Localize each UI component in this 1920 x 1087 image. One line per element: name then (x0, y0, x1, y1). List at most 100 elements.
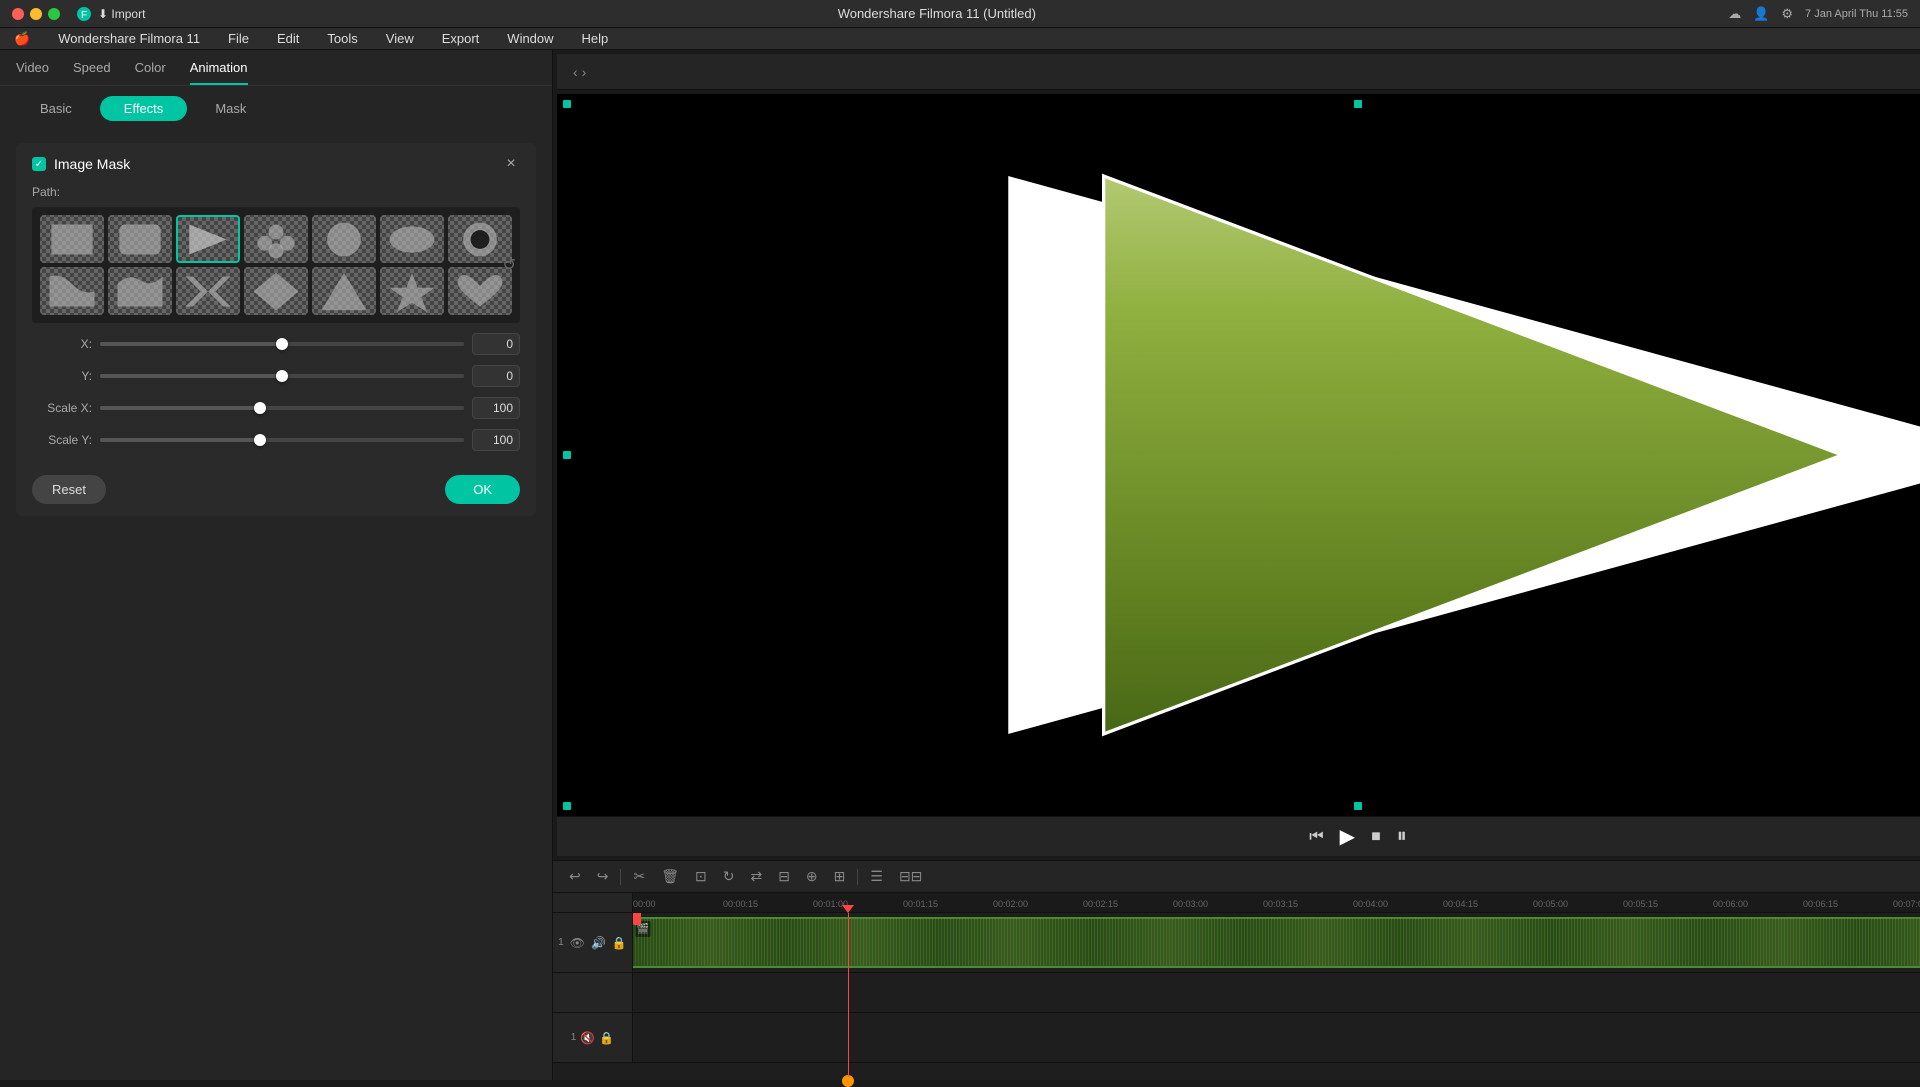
slider-scaley-thumb[interactable] (254, 434, 266, 446)
mask-thumb-wave2[interactable] (108, 267, 172, 315)
account-icon[interactable]: 👤 (1753, 6, 1769, 22)
playhead[interactable] (848, 913, 849, 1077)
menu-tools[interactable]: Tools (321, 31, 363, 46)
mask-header: ✓ Image Mask × (32, 155, 520, 173)
slider-y-value[interactable] (472, 365, 520, 387)
settings-icon[interactable]: ⚙ (1781, 6, 1793, 22)
refresh-icon[interactable]: ↺ (503, 255, 516, 275)
redo-button[interactable]: ↪ (593, 866, 613, 887)
pause-button[interactable]: ⏸ (1397, 825, 1407, 848)
import-button[interactable]: ⬇ Import (98, 7, 145, 21)
mask-thumb-clover[interactable] (244, 215, 308, 263)
mask-thumb-ellipse[interactable] (380, 215, 444, 263)
menubar: 🍎 Wondershare Filmora 11 File Edit Tools… (0, 28, 1920, 50)
video-track-content: 🎬 (633, 913, 1920, 972)
window-title: Wondershare Filmora 11 (Untitled) (145, 6, 1728, 21)
playback-controls: ‹ › 00:00:01:14 Full 50% ⊞ 📷 (557, 54, 1920, 90)
slider-scalex-value[interactable] (472, 397, 520, 419)
menu-export[interactable]: Export (436, 31, 486, 46)
ok-button[interactable]: OK (445, 475, 520, 504)
menu-view[interactable]: View (380, 31, 420, 46)
handle-top-center[interactable] (1354, 100, 1362, 108)
video-clip-1[interactable]: 🎬 (633, 917, 1920, 968)
track-eye-button[interactable]: 👁 (570, 936, 585, 950)
track-audio-button[interactable]: 🔊 (591, 936, 606, 950)
mask-thumb-diamond[interactable] (244, 267, 308, 315)
track-lock-button[interactable]: 🔒 (612, 936, 627, 950)
mask-thumb-triangle[interactable] (312, 267, 376, 315)
slider-scaley-value[interactable] (472, 429, 520, 451)
audio-lock-button[interactable]: 🔒 (599, 1031, 614, 1045)
mask-thumb-wave1[interactable] (40, 267, 104, 315)
cut-button[interactable]: ✂ (629, 866, 649, 887)
menu-app[interactable]: Wondershare Filmora 11 (52, 31, 206, 46)
nav-prev-button[interactable]: ‹ (573, 64, 578, 80)
mask-thumb-circle[interactable] (312, 215, 376, 263)
sub-tab-mask[interactable]: Mask (191, 96, 270, 121)
ruler-15: 00:00:15 (723, 899, 813, 909)
stop-button[interactable]: ■ (1371, 828, 1381, 846)
handle-bottom-center[interactable] (1354, 802, 1362, 810)
mask-thumb-soft-rect[interactable] (108, 215, 172, 263)
close-mask-button[interactable]: × (502, 155, 520, 173)
slider-x-thumb[interactable] (276, 338, 288, 350)
sub-tab-effects[interactable]: Effects (100, 96, 188, 121)
slider-scalex-label: Scale X: (32, 401, 92, 415)
split-button[interactable]: ⊞ (830, 866, 850, 887)
slider-x-value[interactable] (472, 333, 520, 355)
cloud-icon[interactable]: ☁ (1728, 6, 1741, 22)
multitrack-button[interactable]: ⊟⊟ (895, 866, 926, 887)
slider-y-thumb[interactable] (276, 370, 288, 382)
maximize-window-button[interactable] (48, 8, 60, 20)
reset-button[interactable]: Reset (32, 475, 106, 504)
left-panel: Video Speed Color Animation Basic Effect… (0, 50, 553, 1080)
flip-button[interactable]: ⇄ (746, 866, 766, 887)
ruler-600: 00:06:00 (1713, 899, 1803, 909)
slider-scalex-thumb[interactable] (254, 402, 266, 414)
crop-button[interactable]: ⊡ (691, 866, 711, 887)
select-button[interactable]: ⊕ (802, 866, 822, 887)
audio-track-row: 1 🔇 🔒 (553, 1013, 1920, 1063)
ruler-215: 00:02:15 (1083, 899, 1173, 909)
nav-next-button[interactable]: › (582, 64, 587, 80)
mask-thumb-star[interactable] (380, 267, 444, 315)
mask-thumb-rectangle[interactable] (40, 215, 104, 263)
minimize-window-button[interactable] (30, 8, 42, 20)
image-mask-checkbox[interactable]: ✓ (32, 157, 46, 171)
delete-button[interactable]: 🗑 (657, 866, 683, 887)
tab-color[interactable]: Color (135, 60, 166, 85)
handle-top-left[interactable] (563, 100, 571, 108)
play-button[interactable]: ▶ (1340, 824, 1355, 849)
ruler-315: 00:03:15 (1263, 899, 1353, 909)
tab-speed[interactable]: Speed (73, 60, 111, 85)
trim-button[interactable]: ⊟ (774, 866, 794, 887)
ruler-115: 00:01:15 (903, 899, 993, 909)
tab-animation[interactable]: Animation (190, 60, 248, 85)
close-window-button[interactable] (12, 8, 24, 20)
titlebar: F ⬇ Import Wondershare Filmora 11 (Untit… (0, 0, 1920, 28)
tab-video[interactable]: Video (16, 60, 49, 85)
menu-window[interactable]: Window (501, 31, 559, 46)
menu-apple[interactable]: 🍎 (8, 31, 36, 47)
menu-help[interactable]: Help (576, 31, 615, 46)
menu-file[interactable]: File (222, 31, 255, 46)
audio-mute-button[interactable]: 🔇 (580, 1031, 595, 1045)
rotate-button[interactable]: ↻ (719, 866, 739, 887)
svg-text:F: F (81, 10, 87, 21)
slider-scaley-track[interactable] (100, 438, 464, 442)
mask-thumb-arrow[interactable] (176, 215, 240, 263)
sub-tab-basic[interactable]: Basic (16, 96, 96, 121)
handle-left-center[interactable] (563, 451, 571, 459)
menu-edit[interactable]: Edit (271, 31, 305, 46)
slider-x-track[interactable] (100, 342, 464, 346)
ruler-00: 00:00 (633, 899, 723, 909)
handle-bottom-left[interactable] (563, 802, 571, 810)
slider-x-label: X: (32, 337, 92, 351)
undo-button[interactable]: ↩ (565, 866, 585, 887)
slider-y-track[interactable] (100, 374, 464, 378)
step-back-button[interactable]: ⏮ (1309, 828, 1323, 846)
list-button[interactable]: ☰ (866, 866, 887, 887)
traffic-lights (12, 8, 60, 20)
mask-thumb-x[interactable] (176, 267, 240, 315)
slider-scalex-track[interactable] (100, 406, 464, 410)
